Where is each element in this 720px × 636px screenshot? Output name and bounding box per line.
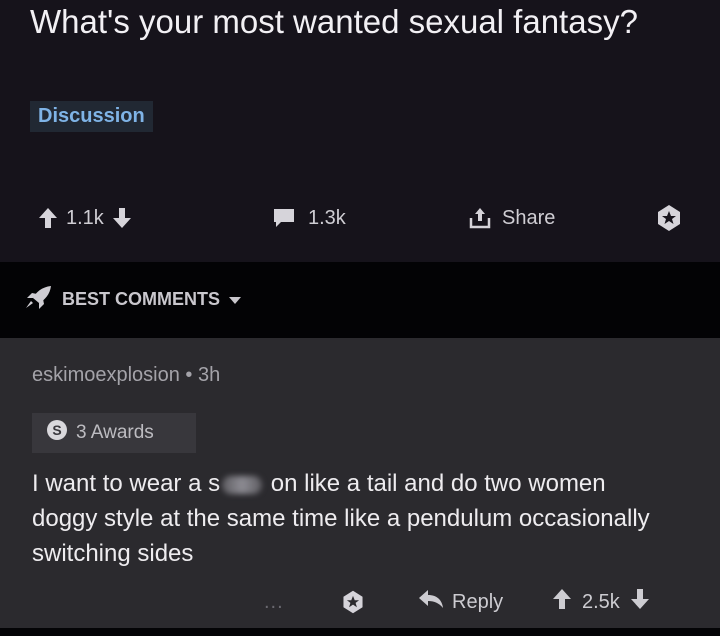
more-options-button[interactable]: ... [264, 582, 284, 622]
comment-body: I want to wear a s on like a tail and do… [32, 466, 672, 571]
silver-award-icon: S [46, 419, 68, 447]
comment-text-start: I want to wear a s [32, 470, 221, 497]
sort-selector[interactable]: BEST COMMENTS [24, 284, 242, 315]
upvote-icon[interactable] [38, 207, 58, 229]
downvote-icon[interactable] [112, 207, 132, 229]
comment-vote-group: 2.5k [552, 582, 650, 622]
sort-label: BEST COMMENTS [62, 289, 221, 309]
post-comments-button[interactable]: 1.3k [272, 196, 346, 240]
reply-arrow-icon [418, 589, 444, 615]
awards-label: 3 Awards [76, 422, 154, 443]
comment-action-bar: ... Reply 2.5k [0, 582, 720, 622]
comment-score: 2.5k [582, 590, 620, 613]
post-title[interactable]: What's your most wanted sexual fantasy? [30, 2, 670, 42]
rocket-icon [24, 284, 54, 315]
reply-label: Reply [452, 590, 504, 613]
post-action-bar: 1.1k 1.3k Share [0, 196, 720, 240]
comment-age: 3h [198, 364, 221, 386]
caret-down-icon [228, 289, 242, 310]
share-label: Share [502, 206, 556, 229]
comment-meta: eskimoexplosion • 3h [32, 364, 220, 387]
comment-author[interactable]: eskimoexplosion [32, 364, 180, 386]
share-icon [468, 206, 492, 230]
upvote-icon[interactable] [552, 588, 572, 616]
svg-text:S: S [52, 422, 61, 438]
post-flair[interactable]: Discussion [30, 101, 153, 132]
meta-separator: • [185, 364, 193, 386]
comment-bubble-icon [272, 207, 296, 229]
comment-card: eskimoexplosion • 3h S 3 Awards I want t… [0, 338, 720, 628]
post-comment-count: 1.3k [308, 206, 346, 229]
award-post-button[interactable] [654, 196, 684, 240]
post-vote-group: 1.1k [38, 196, 132, 240]
post-header: What's your most wanted sexual fantasy? … [0, 0, 720, 262]
downvote-icon[interactable] [630, 588, 650, 616]
bottom-divider [0, 628, 720, 636]
reply-button[interactable]: Reply [418, 582, 503, 622]
post-score: 1.1k [66, 206, 104, 229]
share-button[interactable]: Share [468, 196, 555, 240]
censor-blur [222, 475, 263, 494]
comment-sort-bar[interactable]: BEST COMMENTS [0, 262, 720, 338]
award-star-icon [343, 590, 363, 614]
awards-badge[interactable]: S 3 Awards [32, 413, 196, 453]
award-comment-button[interactable] [340, 582, 366, 622]
award-star-icon [658, 205, 680, 231]
